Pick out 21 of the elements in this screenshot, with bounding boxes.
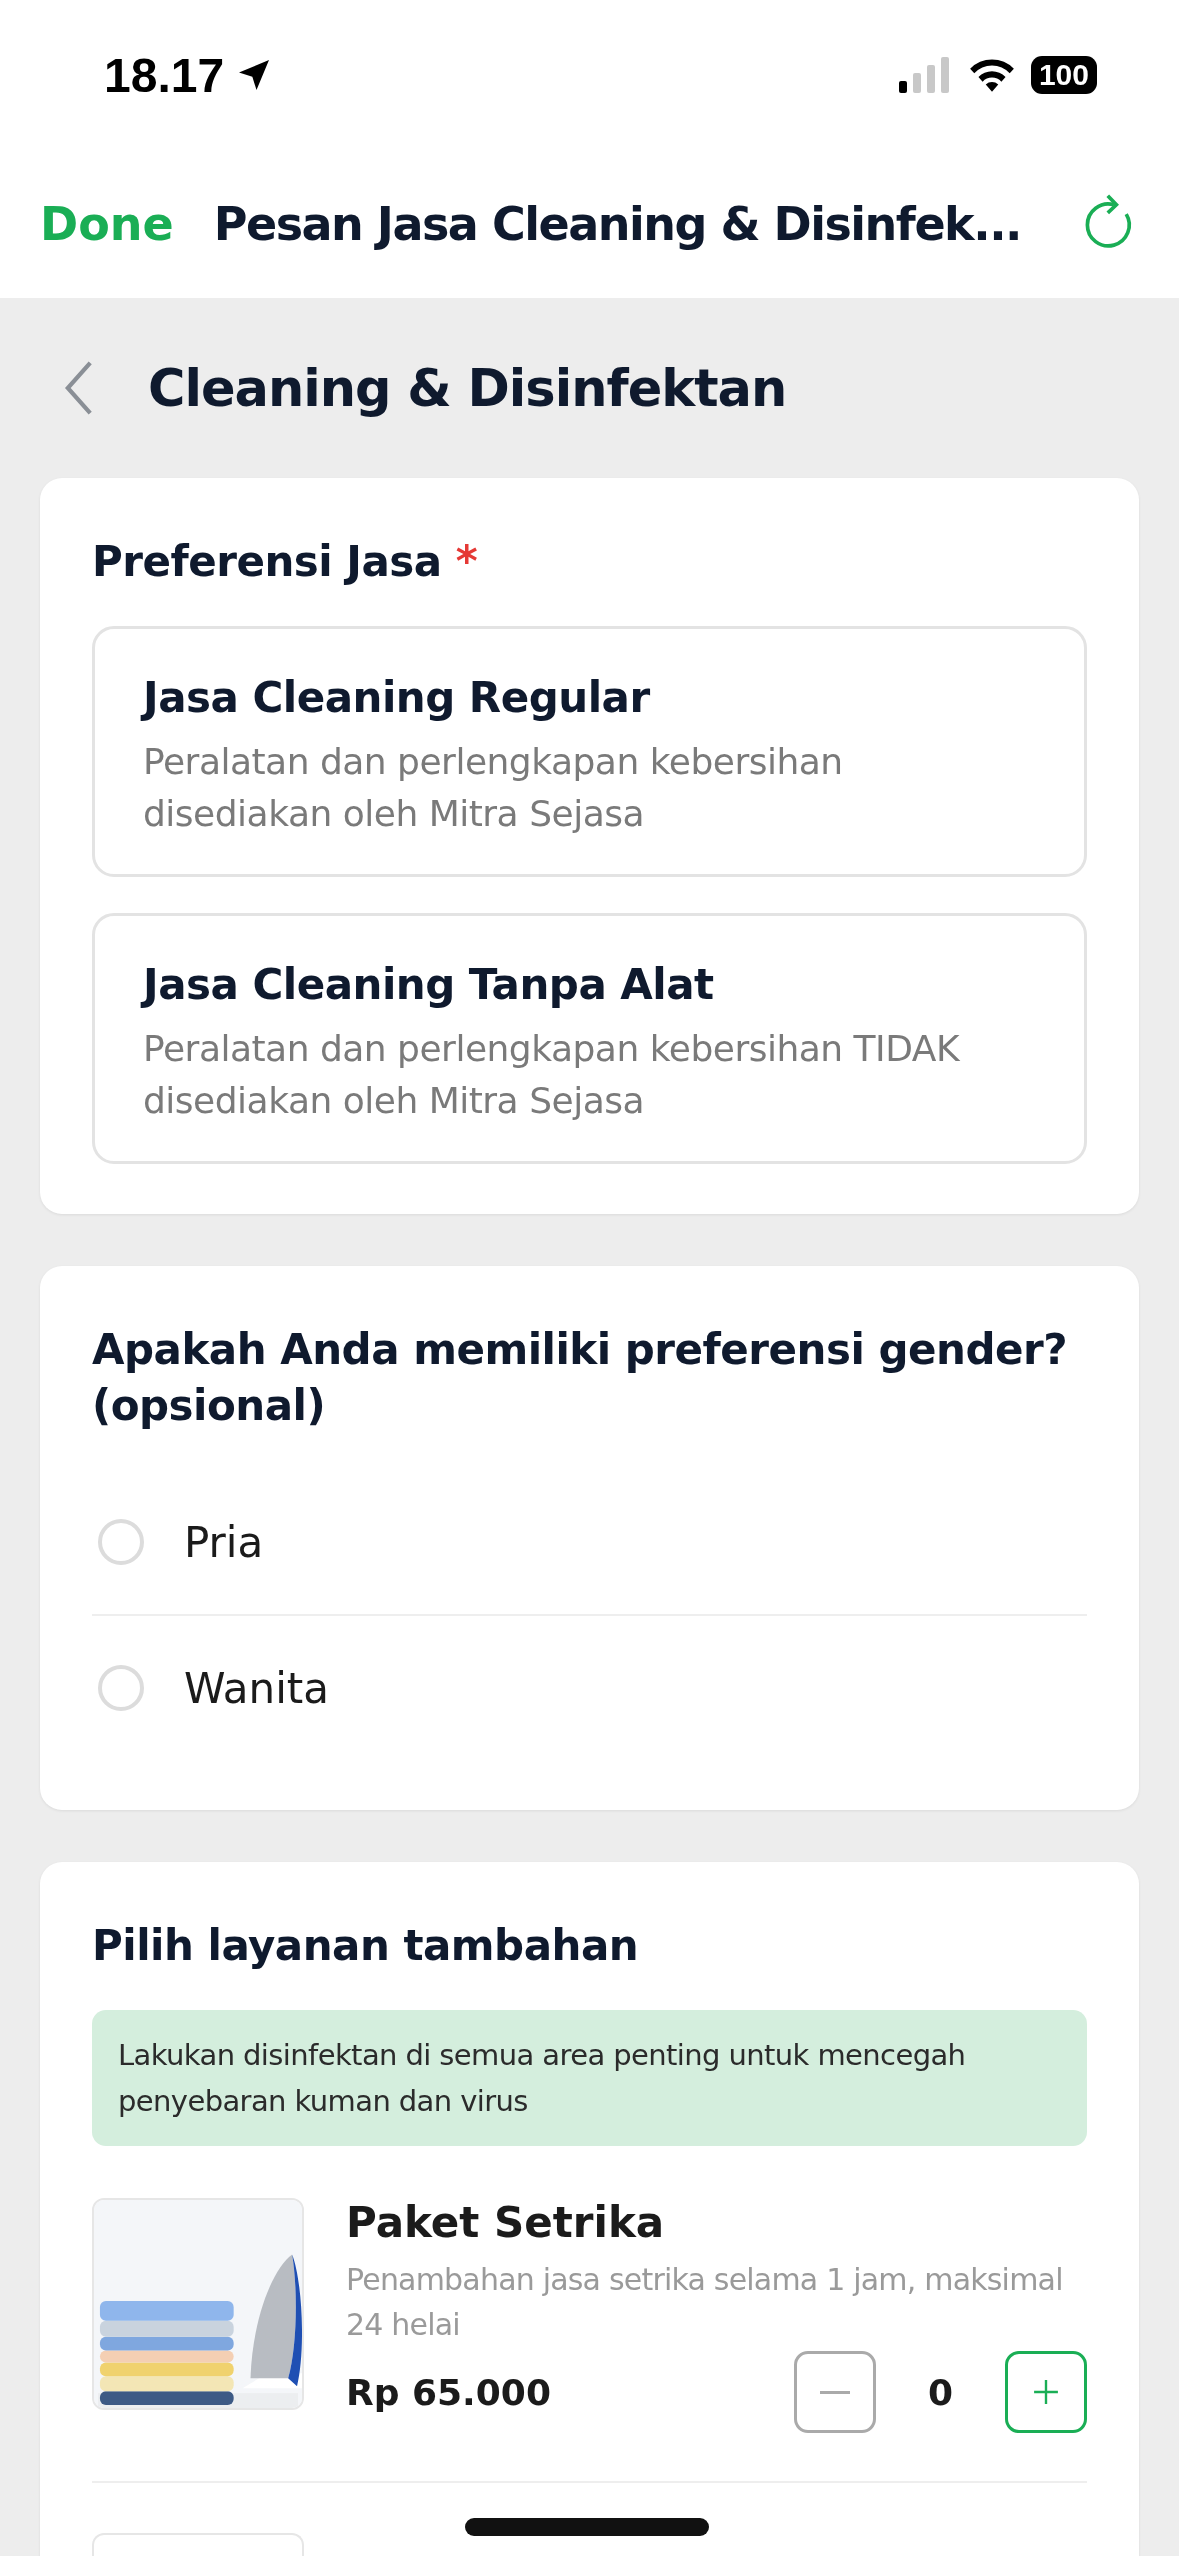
- item-name: Paket Setrika: [346, 2198, 666, 2247]
- radio-button[interactable]: [98, 1519, 144, 1565]
- battery-indicator: 100: [1030, 56, 1097, 94]
- section-title: Pilih layanan tambahan: [92, 1920, 640, 1972]
- item-price: Rp 65.000: [346, 2371, 551, 2413]
- radio-label[interactable]: Pria: [184, 1517, 264, 1567]
- minus-icon: [819, 2390, 850, 2394]
- decrease-button[interactable]: [793, 2351, 876, 2433]
- increase-button[interactable]: [1005, 2351, 1087, 2433]
- page-title: Cleaning & Disinfektan: [148, 358, 787, 418]
- section-title: Apakah Anda memiliki preferensi gender? (opsional): [92, 1324, 1068, 1432]
- section-title: Preferensi Jasa *: [92, 536, 479, 588]
- service-option[interactable]: Jasa Cleaning Regular Peralatan dan perlengkapan kebersihan disediakan oleh Mitra Sejasa: [92, 626, 1087, 877]
- clock-time: 18.17: [104, 47, 225, 103]
- radio-button[interactable]: [98, 1665, 144, 1711]
- service-option[interactable]: Jasa Cleaning Tanpa Alat Peralatan dan perlengkapan kebersihan TIDAK disediakan oleh Mitra Sejasa: [92, 913, 1087, 1164]
- item-description: Penambahan jasa setrika selama 1 jam, maksimal 24 helai: [346, 2261, 1064, 2344]
- nav-title: Pesan Jasa Cleaning & Disinfek...: [213, 197, 1023, 251]
- quantity-value: 0: [927, 2371, 953, 2413]
- info-notice: Lakukan disinfektan di semua area penting untuk mencegah penyebaran kuman dan virus: [92, 2010, 1087, 2146]
- radio-label[interactable]: Wanita: [184, 1663, 330, 1713]
